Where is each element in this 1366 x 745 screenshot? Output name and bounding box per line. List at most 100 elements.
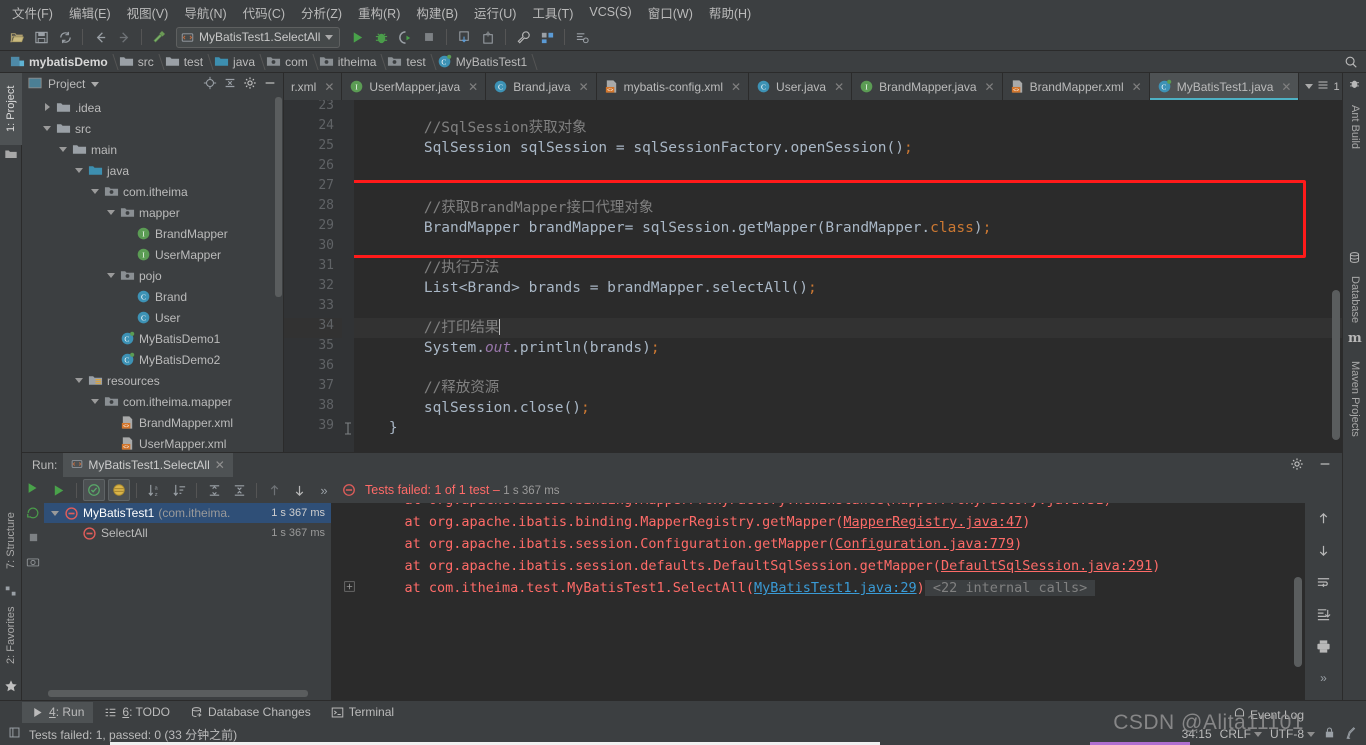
project-tree-item[interactable]: CMyBatisDemo2 xyxy=(22,349,283,370)
menu-item-9[interactable]: 工具(T) xyxy=(524,0,581,25)
print-icon[interactable] xyxy=(1316,639,1331,657)
code-fold-end-icon[interactable] xyxy=(343,422,353,439)
close-icon[interactable]: ✕ xyxy=(324,80,334,94)
chevron-down-icon[interactable] xyxy=(74,375,85,386)
internal-calls-badge[interactable]: <22 internal calls> xyxy=(925,580,1096,596)
project-tree-item[interactable]: CBrand xyxy=(22,286,283,307)
project-tree-item[interactable]: CUser xyxy=(22,307,283,328)
close-icon[interactable]: ✕ xyxy=(731,80,741,94)
test-tree-hscrollbar[interactable] xyxy=(48,690,308,697)
scroll-down-icon[interactable] xyxy=(1316,543,1331,561)
menu-item-2[interactable]: 视图(V) xyxy=(119,0,177,25)
breadcrumb-item-6[interactable]: test xyxy=(383,51,432,73)
project-tree-item[interactable]: <>UserMapper.xml xyxy=(22,433,283,454)
collapse-all-tests-icon[interactable] xyxy=(228,479,250,501)
project-tree-item[interactable]: pojo xyxy=(22,265,283,286)
chevron-down-icon[interactable] xyxy=(50,508,61,519)
sidebar-item-project[interactable]: 1: Project xyxy=(0,73,22,145)
run-hide-icon[interactable] xyxy=(1318,457,1342,474)
event-log-button[interactable]: Event Log xyxy=(1233,707,1304,723)
debug-button[interactable] xyxy=(370,26,392,48)
run-button[interactable] xyxy=(346,26,368,48)
project-tree-scrollbar[interactable] xyxy=(275,97,282,297)
menu-item-3[interactable]: 导航(N) xyxy=(176,0,234,25)
test-results-tree[interactable]: MyBatisTest1(com.itheima.1 s 367 msSelec… xyxy=(44,503,332,700)
camera-icon[interactable] xyxy=(26,555,40,572)
scroll-to-end-icon[interactable] xyxy=(1316,607,1331,625)
collapse-all-icon[interactable] xyxy=(223,76,237,93)
console-more-icon[interactable]: » xyxy=(1320,671,1327,685)
tab-list-chevron-icon[interactable] xyxy=(1305,84,1313,89)
tool-window-button-2[interactable]: Database Changes xyxy=(181,702,320,723)
breadcrumb-item-2[interactable]: test xyxy=(161,51,210,73)
rerun-tests-icon[interactable] xyxy=(48,479,70,501)
tool-window-button-1[interactable]: 6: TODO xyxy=(95,702,179,723)
search-everywhere-icon[interactable] xyxy=(1344,55,1358,72)
project-tree-item[interactable]: <>BrandMapper.xml xyxy=(22,412,283,433)
editor-tab-6[interactable]: <>BrandMapper.xml✕ xyxy=(1003,73,1150,100)
sidebar-item-ant-build[interactable]: Ant Build xyxy=(1343,91,1366,163)
update-project-icon[interactable] xyxy=(453,26,475,48)
menu-item-12[interactable]: 帮助(H) xyxy=(701,0,759,25)
chevron-down-icon[interactable] xyxy=(90,396,101,407)
close-icon[interactable]: ✕ xyxy=(468,80,478,94)
menu-item-5[interactable]: 分析(Z) xyxy=(293,0,350,25)
prev-failed-test-icon[interactable] xyxy=(263,479,285,501)
editor-tab-2[interactable]: CBrand.java✕ xyxy=(486,73,596,100)
encoding[interactable]: UTF-8 xyxy=(1270,727,1315,741)
run-configuration-selector[interactable]: MyBatisTest1.SelectAll xyxy=(176,27,340,48)
chevron-down-icon[interactable] xyxy=(42,123,53,134)
scroll-from-source-icon[interactable] xyxy=(203,76,217,93)
forward-icon[interactable] xyxy=(113,26,135,48)
stacktrace-link[interactable]: MyBatisTest1.java:29 xyxy=(754,580,917,596)
run-settings-gear-icon[interactable] xyxy=(1290,457,1312,474)
menu-item-8[interactable]: 运行(U) xyxy=(466,0,524,25)
editor-tab-0[interactable]: r.xml✕ xyxy=(284,73,342,100)
project-tree-item[interactable]: IUserMapper xyxy=(22,244,283,265)
editor-tab-1[interactable]: IUserMapper.java✕ xyxy=(342,73,486,100)
project-chevron-down-icon[interactable] xyxy=(91,82,99,87)
hide-icon[interactable] xyxy=(263,76,277,93)
line-separator[interactable]: CRLF xyxy=(1220,727,1262,741)
project-tree-item[interactable]: .idea xyxy=(22,97,283,118)
editor-tab-4[interactable]: CUser.java✕ xyxy=(749,73,852,100)
menu-item-0[interactable]: 文件(F) xyxy=(4,0,61,25)
breadcrumb-item-5[interactable]: itheima xyxy=(315,51,384,73)
more-options-icon[interactable]: » xyxy=(313,479,335,501)
stop-run-icon[interactable] xyxy=(27,531,40,547)
rerun-failed-icon[interactable] xyxy=(26,506,40,523)
chevron-down-icon[interactable] xyxy=(90,186,101,197)
tool-window-button-3[interactable]: Terminal xyxy=(322,702,403,723)
breadcrumb-item-4[interactable]: com xyxy=(262,51,315,73)
back-icon[interactable] xyxy=(89,26,111,48)
close-icon[interactable]: ✕ xyxy=(985,80,995,94)
scroll-up-icon[interactable] xyxy=(1316,511,1331,529)
build-hammer-icon[interactable] xyxy=(148,26,170,48)
tool-window-button-0[interactable]: 4: Run xyxy=(22,702,93,723)
console-scrollbar[interactable] xyxy=(1294,577,1302,667)
project-tree-item[interactable]: mapper xyxy=(22,202,283,223)
sidebar-item-database[interactable]: Database xyxy=(1343,265,1366,335)
console-output[interactable]: at org.apache.ibatis.binding.MapperProxy… xyxy=(332,503,1304,700)
close-icon[interactable]: ✕ xyxy=(1281,80,1291,94)
breadcrumb-item-7[interactable]: CMyBatisTest1 xyxy=(433,51,534,73)
next-failed-test-icon[interactable] xyxy=(288,479,310,501)
sidebar-item-maven-projects[interactable]: Maven Projects xyxy=(1343,345,1366,453)
stacktrace-link[interactable]: DefaultSqlSession.java:291 xyxy=(941,558,1152,574)
stacktrace-link[interactable]: Configuration.java:779 xyxy=(835,536,1014,552)
menu-item-10[interactable]: VCS(S) xyxy=(581,2,639,22)
project-tree-item[interactable]: src xyxy=(22,118,283,139)
menu-item-4[interactable]: 代码(C) xyxy=(235,0,293,25)
project-tree-item[interactable]: com.itheima.mapper xyxy=(22,391,283,412)
close-icon[interactable]: ✕ xyxy=(215,458,225,472)
rerun-icon[interactable] xyxy=(26,481,40,498)
chevron-down-icon[interactable] xyxy=(74,165,85,176)
editor-tab-5[interactable]: IBrandMapper.java✕ xyxy=(852,73,1002,100)
close-icon[interactable]: ✕ xyxy=(579,80,589,94)
breadcrumb-item-1[interactable]: src xyxy=(115,51,161,73)
project-tree-item[interactable]: IBrandMapper xyxy=(22,223,283,244)
close-icon[interactable]: ✕ xyxy=(1132,80,1142,94)
chevron-down-icon[interactable] xyxy=(106,207,117,218)
sort-by-duration-icon[interactable] xyxy=(168,479,190,501)
show-ignored-toggle[interactable] xyxy=(108,479,130,501)
